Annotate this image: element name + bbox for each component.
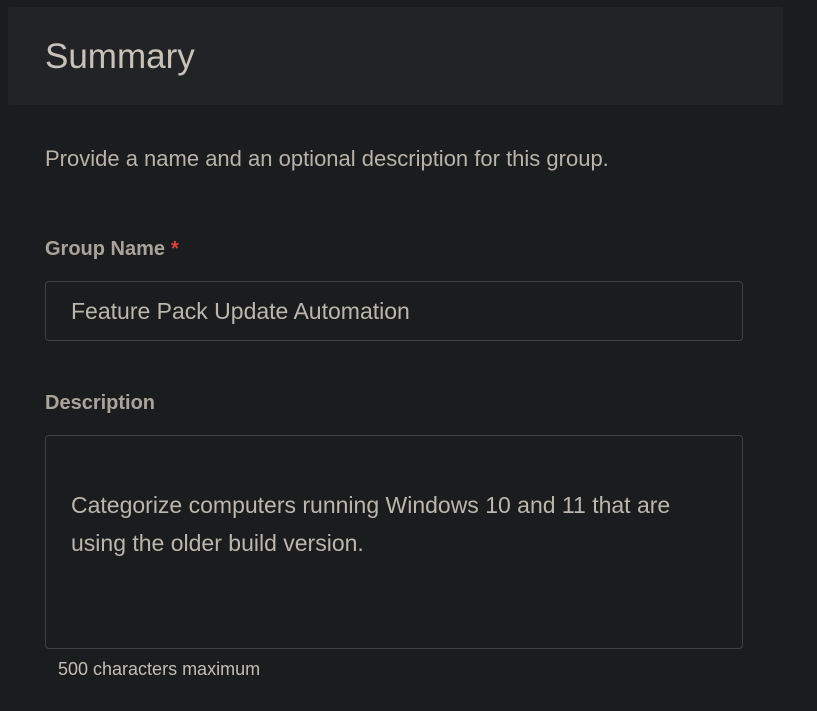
group-name-label: Group Name * — [45, 237, 179, 261]
summary-header: Summary — [8, 7, 783, 105]
description-label: Description — [45, 392, 156, 414]
page-title: Summary — [45, 37, 195, 76]
description-textarea[interactable]: Categorize computers running Windows 10 … — [45, 435, 743, 649]
intro-text: Provide a name and an optional descripti… — [45, 146, 609, 171]
group-name-input[interactable] — [45, 281, 743, 341]
group-name-label-text: Group Name — [45, 238, 166, 260]
character-limit-hint: 500 characters maximum — [58, 659, 261, 679]
required-marker: * — [171, 238, 179, 260]
